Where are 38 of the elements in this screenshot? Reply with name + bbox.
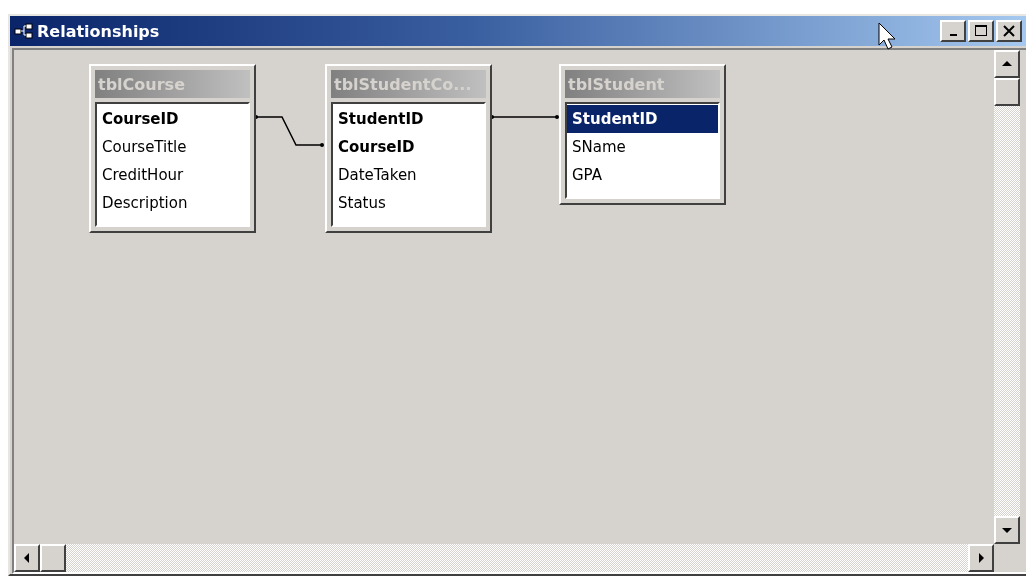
close-button[interactable] (996, 20, 1022, 42)
vertical-scrollbar[interactable] (994, 50, 1020, 572)
mouse-pointer-icon (878, 22, 898, 52)
field-item[interactable]: CourseID (333, 133, 484, 161)
relationship-line (490, 114, 559, 120)
field-item[interactable]: SName (567, 133, 718, 161)
field-item[interactable]: StudentID (333, 105, 484, 133)
field-item[interactable]: CourseID (97, 105, 248, 133)
table-box[interactable]: tblCourse CourseID CourseTitle CreditHour Description (89, 64, 256, 233)
scroll-left-button[interactable] (14, 544, 40, 572)
up-arrow-icon (1002, 60, 1012, 68)
scroll-right-button[interactable] (968, 544, 994, 572)
field-item[interactable]: DateTaken (333, 161, 484, 189)
scroll-thumb[interactable] (40, 544, 66, 572)
close-icon (1003, 25, 1015, 37)
field-item[interactable]: GPA (567, 161, 718, 189)
minimize-icon (949, 34, 957, 36)
scroll-down-button[interactable] (994, 516, 1020, 544)
left-arrow-icon (23, 553, 31, 563)
table-box[interactable]: tblStudentCo... StudentID CourseID DateTaken Status (325, 64, 492, 233)
scroll-up-button[interactable] (994, 50, 1020, 78)
relationship-line (254, 114, 324, 148)
resize-grip[interactable] (994, 544, 1020, 572)
field-item[interactable]: CourseTitle (97, 133, 248, 161)
down-arrow-icon (1002, 526, 1012, 534)
field-item[interactable]: CreditHour (97, 161, 248, 189)
window-title: Relationships (37, 21, 160, 41)
horizontal-scrollbar[interactable] (14, 544, 994, 572)
scroll-thumb[interactable] (994, 78, 1020, 106)
field-item[interactable]: StudentID (567, 105, 718, 133)
field-item[interactable]: Description (97, 189, 248, 217)
maximize-icon (974, 24, 988, 38)
right-arrow-icon (977, 553, 985, 563)
relationships-icon (14, 23, 34, 39)
minimize-button[interactable] (940, 20, 966, 42)
field-item[interactable]: Status (333, 189, 484, 217)
table-box[interactable]: tblStudent StudentID SName GPA (559, 64, 726, 205)
maximize-button[interactable] (968, 20, 994, 42)
